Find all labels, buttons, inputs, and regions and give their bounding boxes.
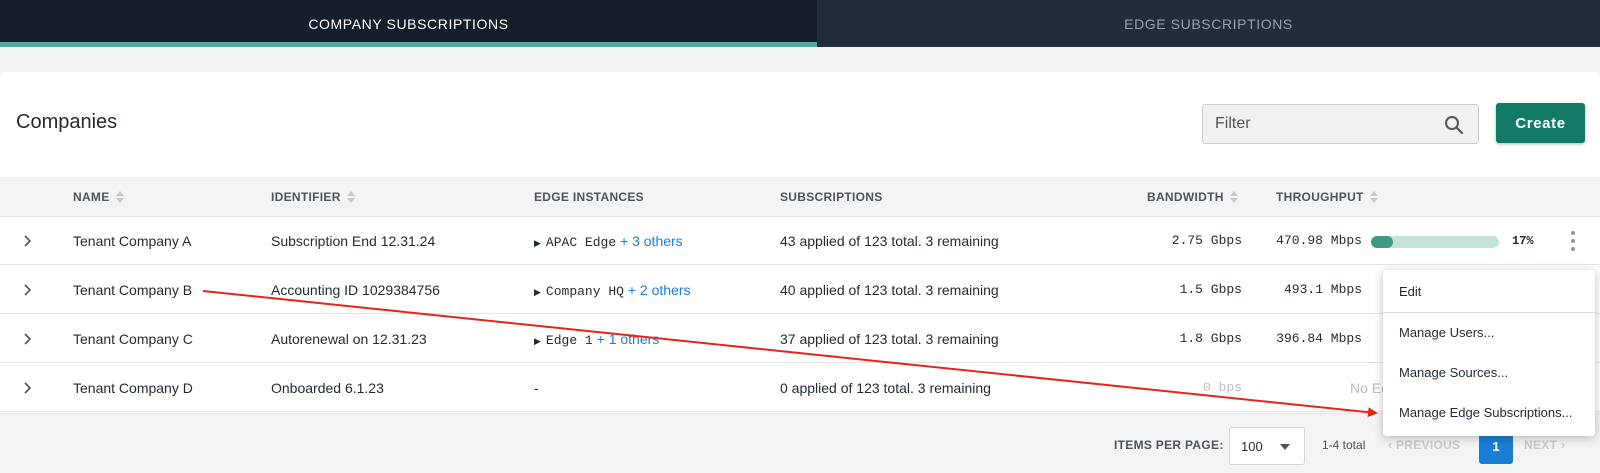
triangle-right-icon[interactable]: ▶ bbox=[534, 287, 541, 297]
subscriptions: 0 applied of 123 total. 3 remaining bbox=[780, 380, 991, 396]
edge-others-link[interactable]: + 2 others bbox=[628, 282, 691, 298]
create-button[interactable]: Create bbox=[1496, 103, 1585, 143]
triangle-right-icon[interactable]: ▶ bbox=[534, 238, 541, 248]
company-name: Tenant Company D bbox=[73, 380, 193, 396]
table-header: NAME IDENTIFIER EDGE INSTANCES SUBSCRIPT… bbox=[0, 177, 1600, 217]
edge-name: Edge 1 bbox=[545, 333, 593, 348]
header-label: THROUGHPUT bbox=[1276, 190, 1364, 204]
subscriptions: 37 applied of 123 total. 3 remaining bbox=[780, 331, 999, 347]
edge-instances: ▶ APAC Edge + 3 others bbox=[534, 233, 683, 250]
filter-input[interactable] bbox=[1203, 115, 1433, 133]
identifier: Accounting ID 1029384756 bbox=[271, 282, 440, 298]
total-count: 1-4 total bbox=[1322, 438, 1366, 452]
header-label: IDENTIFIER bbox=[271, 190, 341, 204]
menu-divider bbox=[1383, 312, 1595, 313]
column-header-subscriptions: SUBSCRIPTIONS bbox=[780, 190, 883, 204]
header-label: NAME bbox=[73, 190, 110, 204]
tab-company-subscriptions[interactable]: COMPANY SUBSCRIPTIONS bbox=[0, 0, 817, 47]
menu-item-manage-edge-subscriptions[interactable]: Manage Edge Subscriptions... bbox=[1399, 405, 1572, 420]
subscription-tabs: COMPANY SUBSCRIPTIONS EDGE SUBSCRIPTIONS bbox=[0, 0, 1600, 47]
chevron-right-icon[interactable] bbox=[22, 235, 34, 247]
company-name: Tenant Company B bbox=[73, 282, 193, 298]
caret-down-icon bbox=[1280, 444, 1290, 450]
sort-icon[interactable] bbox=[115, 191, 124, 203]
previous-label: PREVIOUS bbox=[1395, 438, 1461, 452]
throughput: 493.1 Mbps bbox=[1283, 282, 1362, 297]
bandwidth: 2.75 Gbps bbox=[1171, 233, 1242, 248]
table-row[interactable]: Tenant Company A Subscription End 12.31.… bbox=[0, 217, 1600, 265]
header-label: BANDWIDTH bbox=[1147, 190, 1224, 204]
tab-label: EDGE SUBSCRIPTIONS bbox=[1124, 15, 1293, 32]
edge-instances: ▶ Company HQ + 2 others bbox=[534, 282, 690, 299]
search-icon[interactable] bbox=[1444, 115, 1464, 135]
bandwidth: 0 bps bbox=[1202, 380, 1242, 395]
throughput-bar-fill bbox=[1371, 236, 1393, 248]
menu-item-manage-users[interactable]: Manage Users... bbox=[1399, 325, 1494, 340]
menu-item-manage-sources[interactable]: Manage Sources... bbox=[1399, 365, 1508, 380]
sort-icon[interactable] bbox=[1229, 191, 1238, 203]
previous-page-button[interactable]: ‹ PREVIOUS bbox=[1388, 438, 1460, 452]
header-label: SUBSCRIPTIONS bbox=[780, 190, 883, 204]
throughput-bar bbox=[1371, 236, 1499, 248]
items-per-page-value: 100 bbox=[1241, 438, 1263, 454]
column-header-bandwidth[interactable]: BANDWIDTH bbox=[1147, 190, 1238, 204]
next-page-button[interactable]: NEXT › bbox=[1524, 438, 1565, 452]
items-per-page-select[interactable]: 100 bbox=[1229, 427, 1305, 465]
tab-label: COMPANY SUBSCRIPTIONS bbox=[308, 15, 509, 32]
identifier: Subscription End 12.31.24 bbox=[271, 233, 436, 249]
table-row[interactable]: Tenant Company C Autorenewal on 12.31.23… bbox=[0, 315, 1600, 363]
table-row[interactable]: Tenant Company B Accounting ID 102938475… bbox=[0, 266, 1600, 314]
pagination-footer: ITEMS PER PAGE: 100 1-4 total ‹ PREVIOUS… bbox=[0, 413, 1600, 473]
next-label: NEXT bbox=[1524, 438, 1558, 452]
throughput: 470.98 Mbps bbox=[1276, 233, 1362, 248]
edge-name: Company HQ bbox=[545, 284, 624, 299]
table-row[interactable]: Tenant Company D Onboarded 6.1.23 - 0 ap… bbox=[0, 364, 1600, 412]
edge-instances: - bbox=[534, 380, 539, 396]
sort-icon[interactable] bbox=[1369, 191, 1378, 203]
edge-name: APAC Edge bbox=[545, 235, 617, 250]
edge-others-link[interactable]: + 1 others bbox=[597, 331, 660, 347]
company-name: Tenant Company A bbox=[73, 233, 192, 249]
identifier: Onboarded 6.1.23 bbox=[271, 380, 384, 396]
tab-edge-subscriptions[interactable]: EDGE SUBSCRIPTIONS bbox=[817, 0, 1600, 47]
column-header-throughput[interactable]: THROUGHPUT bbox=[1276, 190, 1378, 204]
edge-others-link[interactable]: + 3 others bbox=[620, 233, 683, 249]
sort-icon[interactable] bbox=[346, 191, 355, 203]
more-options-icon[interactable] bbox=[1566, 231, 1580, 251]
edge-instances: ▶ Edge 1 + 1 others bbox=[534, 331, 659, 348]
column-header-identifier[interactable]: IDENTIFIER bbox=[271, 190, 355, 204]
column-header-name[interactable]: NAME bbox=[73, 190, 124, 204]
throughput-percent: 17% bbox=[1512, 234, 1534, 248]
column-header-edge-instances: EDGE INSTANCES bbox=[534, 190, 644, 204]
chevron-right-icon[interactable] bbox=[22, 333, 34, 345]
header-label: EDGE INSTANCES bbox=[534, 190, 644, 204]
identifier: Autorenewal on 12.31.23 bbox=[271, 331, 427, 347]
triangle-right-icon[interactable]: ▶ bbox=[534, 336, 541, 346]
throughput: 396.84 Mbps bbox=[1276, 331, 1362, 346]
company-name: Tenant Company C bbox=[73, 331, 193, 347]
chevron-right-icon[interactable] bbox=[22, 284, 34, 296]
row-actions-menu: Edit Manage Users... Manage Sources... M… bbox=[1383, 270, 1595, 436]
subscriptions: 40 applied of 123 total. 3 remaining bbox=[780, 282, 999, 298]
page-title: Companies bbox=[16, 111, 118, 133]
subscriptions: 43 applied of 123 total. 3 remaining bbox=[780, 233, 999, 249]
bandwidth: 1.5 Gbps bbox=[1179, 282, 1242, 297]
menu-item-edit[interactable]: Edit bbox=[1399, 284, 1421, 299]
items-per-page-label: ITEMS PER PAGE: bbox=[1114, 438, 1224, 452]
chevron-right-icon[interactable] bbox=[22, 382, 34, 394]
bandwidth: 1.8 Gbps bbox=[1179, 331, 1242, 346]
filter-box[interactable] bbox=[1202, 104, 1479, 144]
